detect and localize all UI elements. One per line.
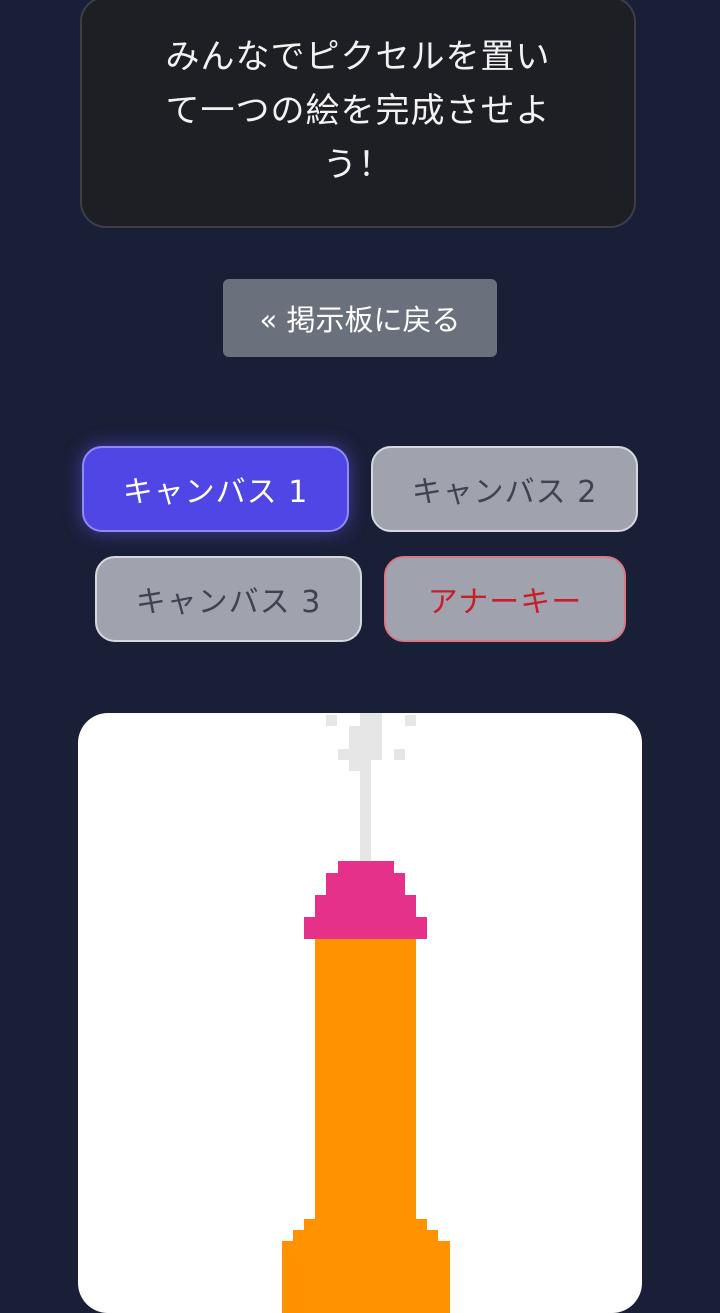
pixel-smoke	[326, 713, 416, 861]
pixel-tip	[304, 861, 427, 939]
pixel-canvas[interactable]	[78, 713, 642, 1313]
notice-text: みんなでピクセルを置いて一つの絵を完成させよう！	[165, 37, 551, 185]
pixel-art	[282, 713, 450, 1313]
tab-canvas-3[interactable]: キャンバス 3	[95, 556, 362, 642]
back-to-board-button[interactable]: « 掲示板に戻る	[223, 279, 497, 357]
info-notice: みんなでピクセルを置いて一つの絵を完成させよう！	[80, 0, 636, 228]
tab-canvas-1[interactable]: キャンバス 1	[82, 446, 349, 532]
tab-anarchy[interactable]: アナーキー	[384, 556, 626, 642]
pixel-body	[282, 939, 450, 1313]
tab-canvas-2[interactable]: キャンバス 2	[371, 446, 638, 532]
